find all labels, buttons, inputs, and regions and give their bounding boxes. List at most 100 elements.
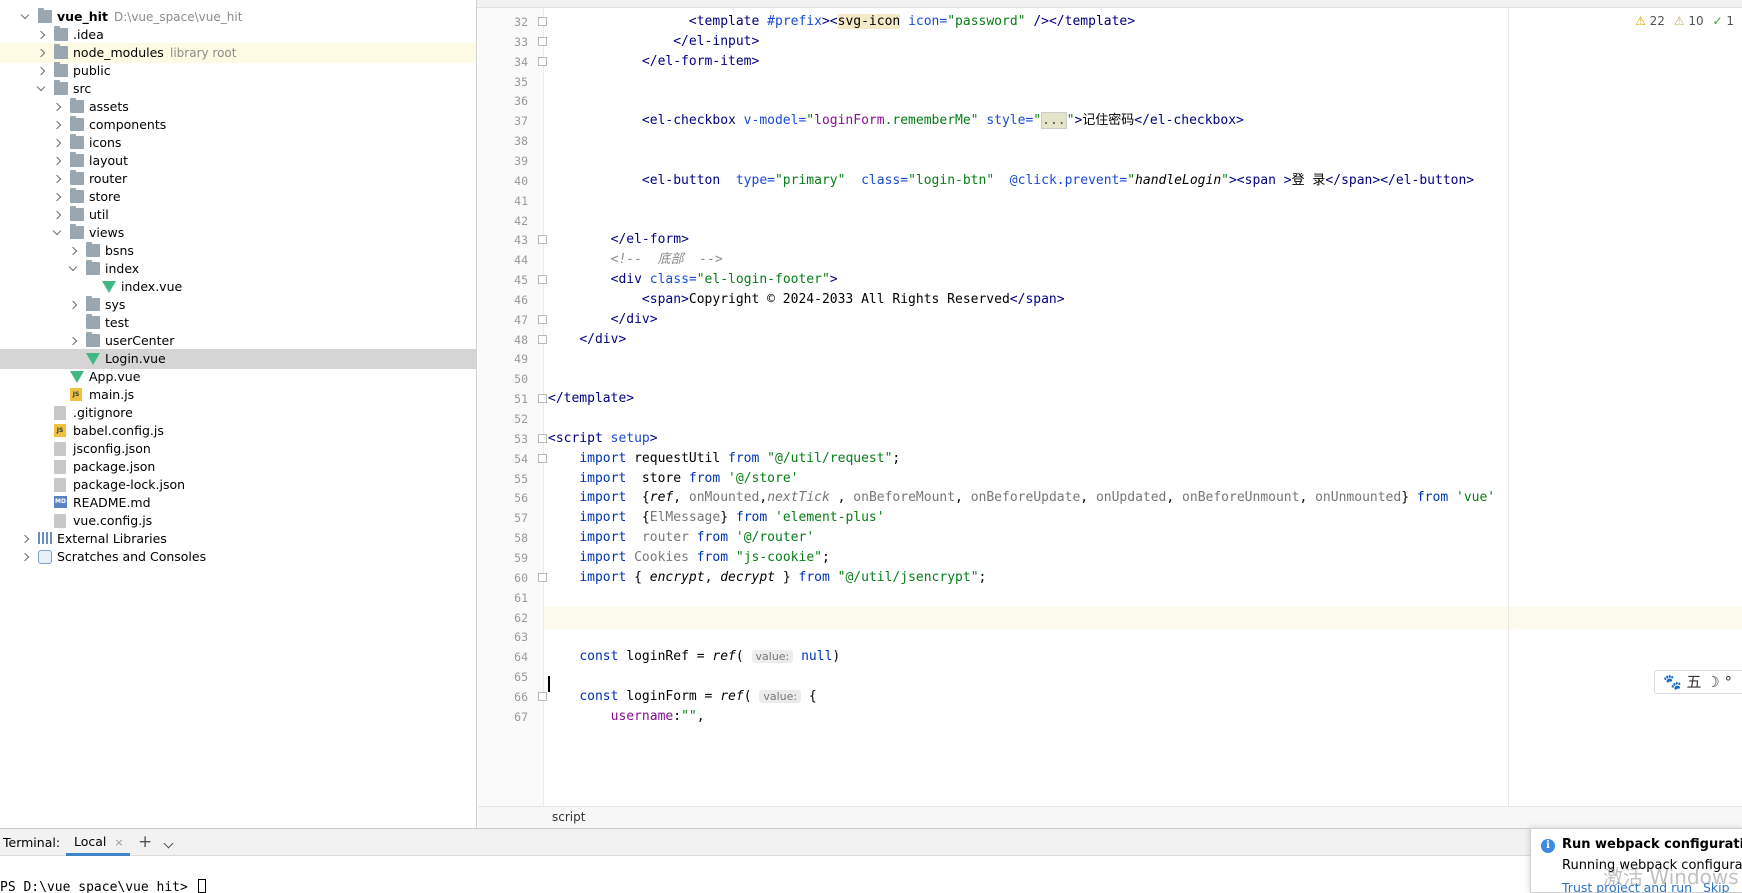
tree-item[interactable]: assets	[0, 97, 476, 117]
code-line[interactable]: </div>	[544, 309, 1742, 331]
code-line[interactable]: import Cookies from "js-cookie";	[544, 547, 1742, 569]
tree-item[interactable]: vue_hit D:\vue_space\vue_hit	[0, 7, 476, 27]
code-line[interactable]	[544, 190, 1742, 212]
project-tree-panel[interactable]: vue_hit D:\vue_space\vue_hit .idea node_mod…	[0, 0, 477, 828]
chevron-down-icon[interactable]	[36, 82, 46, 92]
fold-marker-icon[interactable]	[538, 334, 547, 344]
chevron-right-icon[interactable]	[36, 66, 46, 76]
tree-item[interactable]: App.vue	[0, 367, 476, 387]
terminal-prompt[interactable]: PS D:\vue_space\vue_hit>	[0, 879, 206, 893]
tree-item[interactable]: .idea	[0, 25, 476, 45]
fold-marker-icon[interactable]	[538, 572, 547, 582]
tree-item[interactable]: util	[0, 205, 476, 225]
tree-item[interactable]: jsconfig.json	[0, 439, 476, 459]
code-line[interactable]: </el-form-item>	[544, 51, 1742, 73]
chevron-down-icon[interactable]	[68, 262, 78, 272]
code-line[interactable]	[544, 368, 1742, 390]
fold-marker-icon[interactable]	[538, 235, 547, 245]
breadcrumb-item[interactable]: script	[552, 810, 585, 824]
code-line[interactable]: </template>	[544, 388, 1742, 410]
code-line[interactable]: import {ref, onMounted,nextTick , onBefo…	[544, 487, 1742, 509]
tree-item[interactable]: index.vue	[0, 277, 476, 297]
chevron-right-icon[interactable]	[52, 138, 62, 148]
tree-item[interactable]: public	[0, 61, 476, 81]
code-line[interactable]	[544, 210, 1742, 232]
code-line[interactable]	[544, 626, 1742, 648]
breadcrumb[interactable]: script	[478, 806, 1742, 828]
code-line[interactable]: username:"",	[544, 706, 1742, 728]
code-line[interactable]: import { encrypt, decrypt } from "@/util…	[544, 567, 1742, 589]
code-line[interactable]: import requestUtil from "@/util/request"…	[544, 448, 1742, 470]
tree-item[interactable]: src	[0, 79, 476, 99]
tree-item[interactable]: babel.config.js	[0, 421, 476, 441]
tree-item[interactable]: vue.config.js	[0, 511, 476, 531]
chevron-right-icon[interactable]	[68, 246, 78, 256]
code-line[interactable]: import router from '@/router'	[544, 527, 1742, 549]
ime-toolbar[interactable]: 🐾 五 ☽ °	[1654, 670, 1742, 694]
terminal-body[interactable]: PS D:\vue_space\vue_hit>	[0, 856, 1742, 893]
fold-marker-icon[interactable]	[538, 275, 547, 285]
code-line[interactable]	[544, 666, 1742, 688]
skip-link[interactable]: Skip	[1703, 880, 1730, 893]
code-line[interactable]	[544, 90, 1742, 112]
ime-mode-text[interactable]: 五 ☽ °	[1686, 673, 1731, 691]
tree-item[interactable]: sys	[0, 295, 476, 315]
fold-marker-icon[interactable]	[538, 453, 547, 463]
chevron-right-icon[interactable]	[20, 534, 30, 544]
chevron-right-icon[interactable]	[36, 30, 46, 40]
tree-item[interactable]: store	[0, 187, 476, 207]
chevron-right-icon[interactable]	[52, 174, 62, 184]
chevron-right-icon[interactable]	[68, 336, 78, 346]
code-editor[interactable]: <template #prefix><svg-icon icon="passwo…	[544, 8, 1742, 806]
code-line[interactable]: </el-input>	[544, 31, 1742, 53]
inspection-widget[interactable]: ⚠ 22 ⚠ 10 ✓ 1	[1635, 14, 1734, 28]
code-line[interactable]: <!-- 底部 -->	[544, 249, 1742, 271]
tree-item[interactable]: package.json	[0, 457, 476, 477]
fold-marker-icon[interactable]	[538, 56, 547, 66]
code-line[interactable]	[544, 606, 1742, 629]
fold-marker-icon[interactable]	[538, 314, 547, 324]
fold-marker-icon[interactable]	[538, 36, 547, 46]
chevron-right-icon[interactable]	[52, 210, 62, 220]
tree-item[interactable]: .gitignore	[0, 403, 476, 423]
chevron-right-icon[interactable]	[52, 102, 62, 112]
tree-item[interactable]: index	[0, 259, 476, 279]
code-line[interactable]: import {ElMessage} from 'element-plus'	[544, 507, 1742, 529]
tree-item[interactable]: layout	[0, 151, 476, 171]
chevron-right-icon[interactable]	[36, 48, 46, 58]
chevron-right-icon[interactable]	[52, 156, 62, 166]
fold-marker-icon[interactable]	[538, 691, 547, 701]
new-terminal-plus-icon[interactable]: +	[138, 829, 152, 856]
chevron-right-icon[interactable]	[20, 552, 30, 562]
trust-project-link[interactable]: Trust project and run	[1562, 880, 1692, 893]
code-line[interactable]: import store from '@/store'	[544, 468, 1742, 490]
code-line[interactable]: const loginRef = ref( value: null)	[544, 646, 1742, 668]
code-line[interactable]	[544, 130, 1742, 152]
webpack-notification[interactable]: i Run webpack configuration? Running web…	[1530, 828, 1742, 893]
fold-marker-icon[interactable]	[538, 394, 547, 404]
chevron-right-icon[interactable]	[68, 300, 78, 310]
code-line[interactable]: <template #prefix><svg-icon icon="passwo…	[544, 11, 1742, 33]
tree-item[interactable]: views	[0, 223, 476, 243]
chevron-right-icon[interactable]	[52, 192, 62, 202]
tree-item[interactable]: userCenter	[0, 331, 476, 351]
code-line[interactable]: <el-checkbox v-model="loginForm.remember…	[544, 110, 1742, 132]
code-line[interactable]: </div>	[544, 329, 1742, 351]
code-line[interactable]: <span>Copyright © 2024-2033 All Rights R…	[544, 289, 1742, 311]
tree-item[interactable]: package-lock.json	[0, 475, 476, 495]
close-icon[interactable]: ×	[114, 836, 123, 849]
code-line[interactable]: <div class="el-login-footer">	[544, 269, 1742, 291]
tree-item[interactable]: node_modules library root	[0, 43, 476, 63]
code-line[interactable]	[544, 587, 1742, 609]
tree-item[interactable]: test	[0, 313, 476, 333]
code-line[interactable]	[544, 408, 1742, 430]
tree-item[interactable]: router	[0, 169, 476, 189]
code-line[interactable]: const loginForm = ref( value: {	[544, 686, 1742, 708]
code-line[interactable]	[544, 71, 1742, 93]
tree-item[interactable]: bsns	[0, 241, 476, 261]
fold-marker-icon[interactable]	[538, 17, 547, 26]
code-line[interactable]	[544, 348, 1742, 370]
chevron-down-icon[interactable]	[52, 226, 62, 236]
code-line[interactable]: </el-form>	[544, 229, 1742, 251]
chevron-down-icon[interactable]	[163, 838, 174, 849]
